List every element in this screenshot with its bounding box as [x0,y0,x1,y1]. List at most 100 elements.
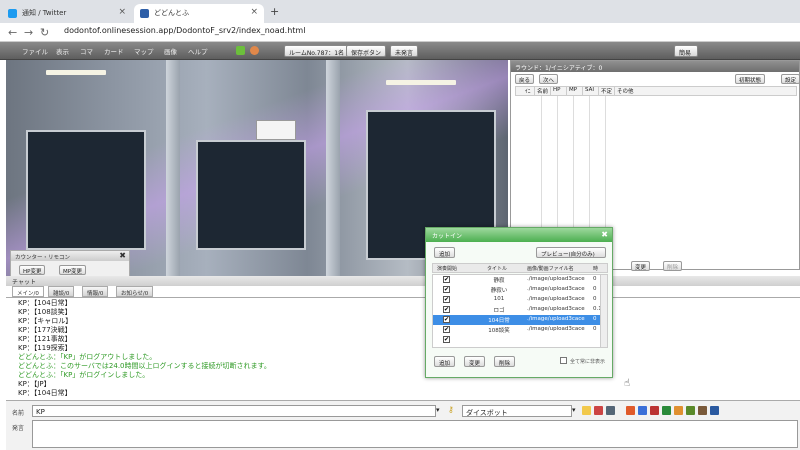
checkbox[interactable]: ✔ [443,286,450,293]
menu-map[interactable]: マップ [134,46,154,56]
cutin-row-title: 108談笑 [488,328,510,334]
cutin-row-selected[interactable]: ✔ 104日常 ./image/upload3cace 0 [433,315,601,325]
cutin-bottom-add-button[interactable]: 追加 [434,356,456,367]
address-bar: ← → ↻ dodontof.onlinesession.app/Dodonto… [0,23,800,42]
round-delete-button[interactable]: 削除 [663,261,683,271]
cutin-row[interactable]: ✔ 静寂い ./image/upload3cace 0 [433,285,601,295]
tab-main[interactable]: メイン/0 [12,286,44,297]
font-icon[interactable] [638,406,647,415]
app-menu-bar: ファイル 表示 コマ カード マップ 画像 ヘルプ ルームNo.787：1名 保… [0,42,800,60]
close-icon[interactable]: × [250,7,258,17]
mp-change-button[interactable]: MP変更 [59,265,87,275]
back-icon[interactable]: ← [8,26,17,39]
cutin-row-title: 静寂い [490,288,508,294]
thumbs-up-icon[interactable] [674,406,683,415]
close-icon[interactable]: × [118,7,126,17]
cutin-add-button[interactable]: 追加 [434,247,456,258]
cutin-row[interactable]: ✔ ロゴ ./image/upload3cace 0.1 [433,305,602,315]
chat-log: KP：【104日常】 KP：【108談笑】 KP：【キャロル】 KP：【177決… [6,297,800,400]
new-tab-button[interactable]: + [270,5,279,18]
checkbox[interactable]: ✔ [443,306,450,313]
checkbox[interactable]: ✔ [443,316,450,323]
ceiling-light [386,80,456,85]
sound-icon[interactable] [650,406,659,415]
checkbox[interactable]: ✔ [443,336,450,343]
cutin-scrollbar[interactable] [600,275,607,347]
close-icon[interactable]: ✖ [119,251,126,260]
menu-help[interactable]: ヘルプ [188,46,208,56]
tab-chat[interactable]: 雑談/0 [48,286,75,297]
dice-icon[interactable] [236,46,245,55]
settings-icon[interactable] [710,406,719,415]
name-field[interactable]: KP [32,405,436,417]
menu-image[interactable]: 画像 [164,46,177,56]
grid-icon[interactable] [686,406,695,415]
preview-button[interactable]: プレビュー(自分のみ) [536,247,606,258]
round-next-button[interactable]: 次へ [539,74,559,84]
dodontof-icon [140,9,149,18]
name-label: 名前 [12,410,25,417]
hp-change-button[interactable]: HP変更 [19,265,46,275]
menu-piece[interactable]: コマ [80,46,93,56]
cutin-row[interactable]: ✔ 108談笑 ./image/upload3cace 0 [433,325,601,335]
round-settings-button[interactable]: 設定 [781,74,800,84]
cutin-row-title: ロゴ [493,308,505,314]
room-info-button[interactable]: ルームNo.787：1名 [284,45,350,57]
menu-file[interactable]: ファイル [22,46,48,56]
sound-icon[interactable] [250,46,259,55]
message-input[interactable] [32,420,798,448]
alert-icon[interactable] [626,406,635,415]
cutin-row-time: 0 [593,326,597,332]
unread-button[interactable]: 未発言 [390,45,419,57]
key-icon[interactable]: ⚷ [448,405,454,414]
round-back-button[interactable]: 戻る [515,74,535,84]
cutin-list: ✔ 静寂 ./image/upload3cace 0 ✔ 静寂い ./image… [432,274,608,348]
forward-icon[interactable]: → [24,26,33,39]
save-log-button[interactable]: 保存ボタン [346,45,387,57]
col-other: その他 [617,89,634,95]
cutin-row-file: ./image/upload3cace [527,306,585,312]
dicebot-select[interactable]: ダイスボット [462,405,572,417]
tab-twitter[interactable]: 通知 / Twitter × [2,4,132,23]
cutin-row-file: ./image/upload3cace [527,326,585,332]
col-file: 画像/動画ファイル名 [527,266,574,272]
tab-label: どどんとふ [154,9,189,17]
chat-input-bar: 名前 KP ▾ ⚷ ダイスボット ▾ 発言 [6,400,800,450]
cutin-row[interactable]: ✔ [433,335,601,345]
reload-icon[interactable]: ↻ [40,26,49,39]
tab-info[interactable]: 情報/0 [82,286,109,297]
url-field[interactable]: dodontof.onlinesession.app/DodontoF_srv2… [64,26,305,35]
cutin-row-title: 静寂 [493,278,505,284]
menu-card[interactable]: カード [104,46,124,56]
tab-notice[interactable]: お知らせ/0 [116,286,154,297]
hide-all-label: 全て常に非表示 [570,359,606,365]
checkbox[interactable]: ✔ [443,326,450,333]
tab-dodontof[interactable]: どどんとふ × [134,4,264,23]
menu-view[interactable]: 表示 [56,46,69,56]
cutin-row[interactable]: ✔ 101 ./image/upload3cace 0 [433,295,601,305]
chevron-down-icon[interactable]: ▾ [436,406,440,414]
pillar [326,60,340,276]
face-icon[interactable] [698,406,707,415]
cutin-title: カットイン [426,228,612,242]
hide-all-checkbox[interactable] [560,357,567,364]
checkbox[interactable]: ✔ [443,296,450,303]
chevron-down-icon[interactable]: ▾ [572,406,576,414]
lightbulb-icon[interactable] [582,406,591,415]
round-reset-button[interactable]: 初期状態 [735,74,766,84]
col-play: 演奏開始 [437,266,458,272]
cutin-row-time: 0 [593,296,597,302]
cursor-icon: ☝ [624,378,631,389]
checkbox[interactable]: ✔ [443,276,450,283]
dice-icon[interactable] [594,406,603,415]
cutin-delete-button[interactable]: 削除 [494,356,516,367]
cutin-row-file: ./image/upload3cace [527,296,585,302]
simple-mode-button[interactable]: 簡易 [674,45,698,57]
round-change-button[interactable]: 変更 [631,261,651,271]
cutin-edit-button[interactable]: 変更 [464,356,486,367]
ceiling-light [46,70,106,75]
cutin-row[interactable]: ✔ 静寂 ./image/upload3cace 0 [433,275,601,285]
window-icon[interactable] [606,406,615,415]
chat-palette-icon[interactable] [662,406,671,415]
close-icon[interactable]: ✖ [601,230,608,239]
